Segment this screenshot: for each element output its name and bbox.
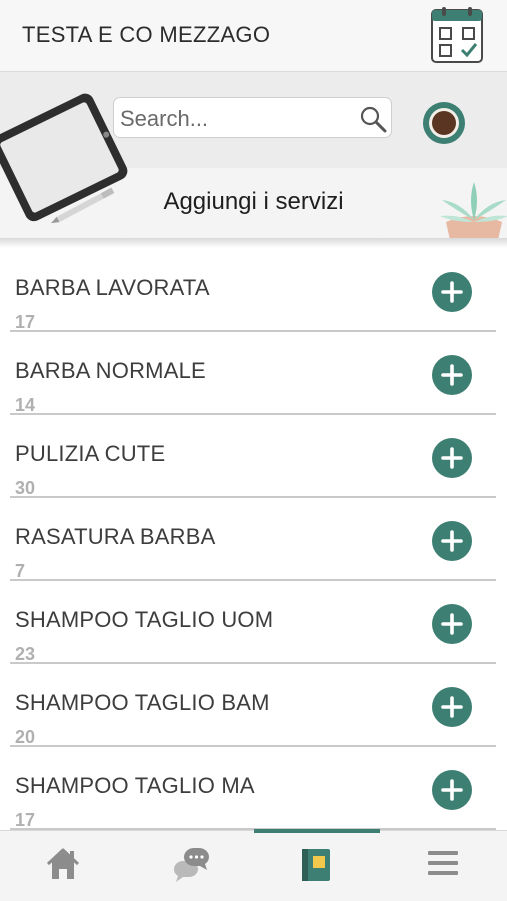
add-service-button[interactable] [432,770,472,810]
search-input[interactable] [118,102,352,136]
service-duration: 30 [15,478,36,498]
add-service-button[interactable] [432,521,472,561]
list-item: BARBA LAVORATA 17 [10,248,496,332]
service-duration: 14 [15,395,36,415]
service-duration: 7 [15,561,26,581]
tab-home[interactable] [0,831,126,901]
bottom-tab-bar [0,829,507,901]
calendar-button[interactable] [430,6,484,64]
plus-icon [441,530,463,552]
service-duration: 20 [15,727,36,747]
page-title: TESTA E CO MEZZAGO [22,22,271,47]
service-duration: 17 [15,312,36,332]
plus-icon [441,281,463,303]
add-service-button[interactable] [432,438,472,478]
list-item: RASATURA BARBA 7 [10,497,496,581]
section-title: Aggiungi i servizi [163,188,344,215]
tab-messages[interactable] [127,831,253,901]
list-item: SHAMPOO TAGLIO UOM 23 [10,580,496,664]
plus-icon [441,447,463,469]
service-name: BARBA LAVORATA [15,275,210,300]
notebook-icon [302,849,330,881]
search-box [113,97,392,138]
service-list: BARBA LAVORATA 17 BARBA NORMALE 14 PULIZ… [0,248,507,830]
tab-menu[interactable] [381,831,507,901]
service-name: BARBA NORMALE [15,358,206,383]
banner: Aggiungi i servizi [0,72,507,238]
service-name: SHAMPOO TAGLIO MA [15,773,255,798]
add-service-button[interactable] [432,272,472,312]
list-item: BARBA NORMALE 14 [10,331,496,415]
plus-icon [441,779,463,801]
chat-bubbles-icon [173,848,209,882]
calendar-check-icon [431,7,483,63]
service-name: SHAMPOO TAGLIO BAM [15,690,270,715]
plus-icon [441,613,463,635]
tab-services[interactable] [254,831,380,901]
add-service-button[interactable] [432,687,472,727]
list-item: PULIZIA CUTE 30 [10,414,496,498]
coffee-cup-icon[interactable] [422,101,466,145]
plus-icon [441,364,463,386]
home-icon [46,848,80,879]
search-icon[interactable] [359,105,387,133]
service-duration: 23 [15,644,36,664]
service-name: PULIZIA CUTE [15,441,166,466]
menu-icon [428,851,458,875]
top-bar: TESTA E CO MEZZAGO [0,0,507,72]
service-duration: 17 [15,810,36,830]
plus-icon [441,696,463,718]
service-name: RASATURA BARBA [15,524,216,549]
list-item: SHAMPOO TAGLIO BAM 20 [10,663,496,747]
list-item: SHAMPOO TAGLIO MA 17 [10,746,496,830]
service-name: SHAMPOO TAGLIO UOM [15,607,274,632]
add-service-button[interactable] [432,355,472,395]
add-service-button[interactable] [432,604,472,644]
